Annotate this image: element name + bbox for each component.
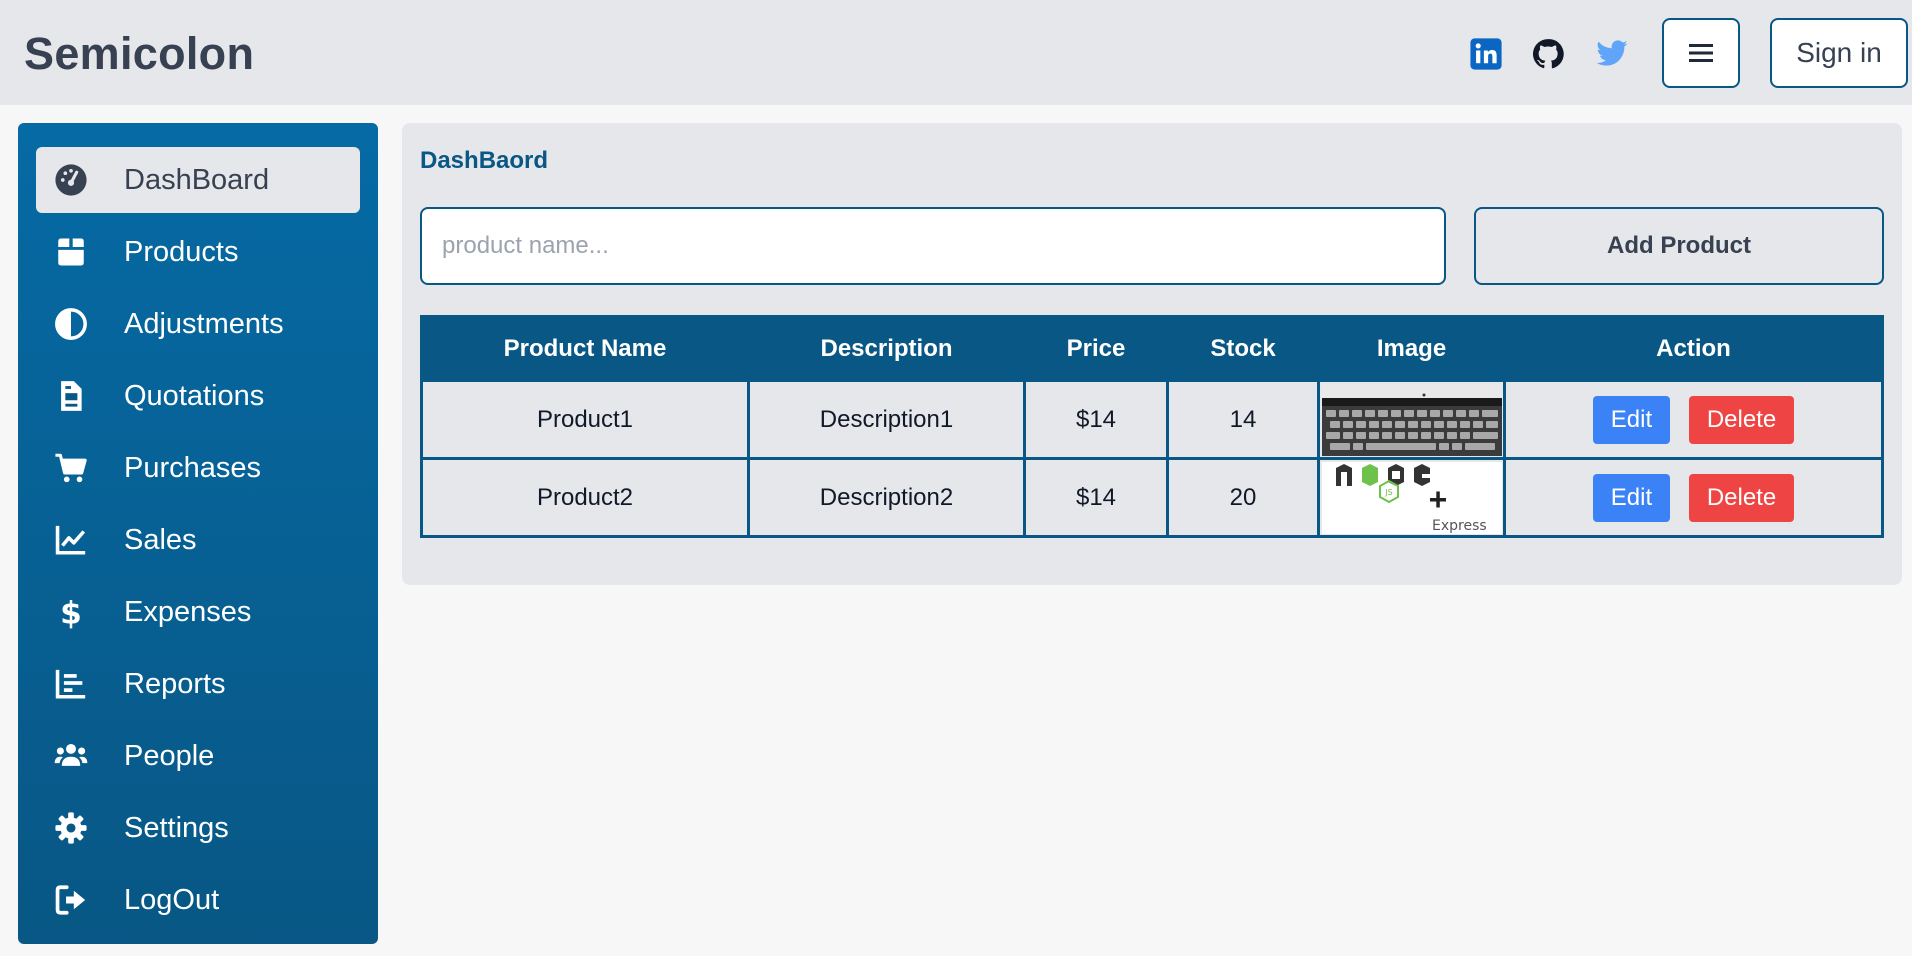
svg-text:JS: JS xyxy=(1384,488,1392,497)
description-cell: Description2 xyxy=(747,457,1026,538)
linkedin-icon[interactable] xyxy=(1468,36,1504,72)
node-express-logo-image: JS Express xyxy=(1321,461,1502,534)
svg-text:$: $ xyxy=(60,595,82,629)
hamburger-icon xyxy=(1689,44,1713,62)
laptop-keyboard-image xyxy=(1321,383,1502,456)
menu-button[interactable] xyxy=(1662,18,1740,88)
gear-icon xyxy=(54,811,88,845)
sidebar-item-reports[interactable]: Reports xyxy=(36,651,360,717)
add-product-button[interactable]: Add Product xyxy=(1474,207,1884,285)
bar-chart-icon xyxy=(54,667,88,701)
column-header: Description xyxy=(747,315,1026,382)
sidebar: DashBoard Products Adjustments Quotation… xyxy=(18,123,378,944)
half-circle-icon xyxy=(54,307,88,341)
sidebar-item-label: Sales xyxy=(124,523,197,556)
stock-cell: 20 xyxy=(1166,457,1320,538)
sidebar-item-label: Reports xyxy=(124,667,226,700)
edit-button[interactable]: Edit xyxy=(1592,473,1671,522)
svg-text:Express: Express xyxy=(1432,518,1487,534)
line-chart-icon xyxy=(54,523,88,557)
action-cell: Edit Delete xyxy=(1503,379,1884,460)
sidebar-item-label: Purchases xyxy=(124,451,262,484)
twitter-icon[interactable] xyxy=(1594,36,1630,72)
table-header-row: Product Name Description Price Stock Ima… xyxy=(420,315,1884,382)
table-row: Product2 Description2 $14 20 JS Express … xyxy=(420,457,1884,538)
sidebar-item-label: Settings xyxy=(124,811,229,844)
delete-button[interactable]: Delete xyxy=(1688,473,1795,522)
delete-button[interactable]: Delete xyxy=(1688,395,1795,444)
box-icon xyxy=(54,235,88,269)
column-header: Stock xyxy=(1166,315,1320,382)
action-cell: Edit Delete xyxy=(1503,457,1884,538)
image-cell: JS Express xyxy=(1317,457,1506,538)
sidebar-item-purchases[interactable]: Purchases xyxy=(36,435,360,501)
sidebar-item-label: Products xyxy=(124,235,239,268)
sidebar-item-label: LogOut xyxy=(124,883,220,916)
users-icon xyxy=(54,739,88,773)
description-cell: Description1 xyxy=(747,379,1026,460)
sidebar-item-products[interactable]: Products xyxy=(36,219,360,285)
sidebar-item-dashboard[interactable]: DashBoard xyxy=(36,147,360,213)
breadcrumb[interactable]: DashBaord xyxy=(420,147,548,175)
sidebar-item-sales[interactable]: Sales xyxy=(36,507,360,573)
sidebar-item-logout[interactable]: LogOut xyxy=(36,867,360,933)
sidebar-item-label: Expenses xyxy=(124,595,252,628)
brand-logo[interactable]: Semicolon xyxy=(24,28,254,80)
sign-in-button[interactable]: Sign in xyxy=(1770,18,1908,88)
edit-button[interactable]: Edit xyxy=(1592,395,1671,444)
product-name-cell: Product2 xyxy=(420,457,750,538)
column-header: Product Name xyxy=(420,315,750,382)
github-icon[interactable] xyxy=(1530,36,1566,72)
table-row: Product1 Description1 $14 14 Edit Delete xyxy=(420,379,1884,460)
sidebar-item-label: People xyxy=(124,739,215,772)
image-cell xyxy=(1317,379,1506,460)
sidebar-item-quotations[interactable]: Quotations xyxy=(36,363,360,429)
sidebar-item-label: Adjustments xyxy=(124,307,284,340)
sidebar-item-people[interactable]: People xyxy=(36,723,360,789)
column-header: Action xyxy=(1503,315,1884,382)
price-cell: $14 xyxy=(1023,379,1169,460)
sidebar-item-settings[interactable]: Settings xyxy=(36,795,360,861)
dollar-icon: $ xyxy=(54,595,88,629)
top-header: Semicolon Sign in xyxy=(0,0,1912,105)
column-header: Price xyxy=(1023,315,1169,382)
document-icon xyxy=(54,379,88,413)
sidebar-item-label: DashBoard xyxy=(124,163,270,196)
stock-cell: 14 xyxy=(1166,379,1320,460)
products-table: Product Name Description Price Stock Ima… xyxy=(420,315,1884,538)
gauge-icon xyxy=(54,163,88,197)
product-name-cell: Product1 xyxy=(420,379,750,460)
main-panel: DashBaord Add Product Product Name Descr… xyxy=(402,123,1902,585)
sidebar-item-expenses[interactable]: $ Expenses xyxy=(36,579,360,645)
column-header: Image xyxy=(1317,315,1506,382)
logout-icon xyxy=(54,883,88,917)
price-cell: $14 xyxy=(1023,457,1169,538)
cart-icon xyxy=(54,451,88,485)
product-name-input[interactable] xyxy=(420,207,1446,285)
sidebar-item-adjustments[interactable]: Adjustments xyxy=(36,291,360,357)
sidebar-item-label: Quotations xyxy=(124,379,265,412)
